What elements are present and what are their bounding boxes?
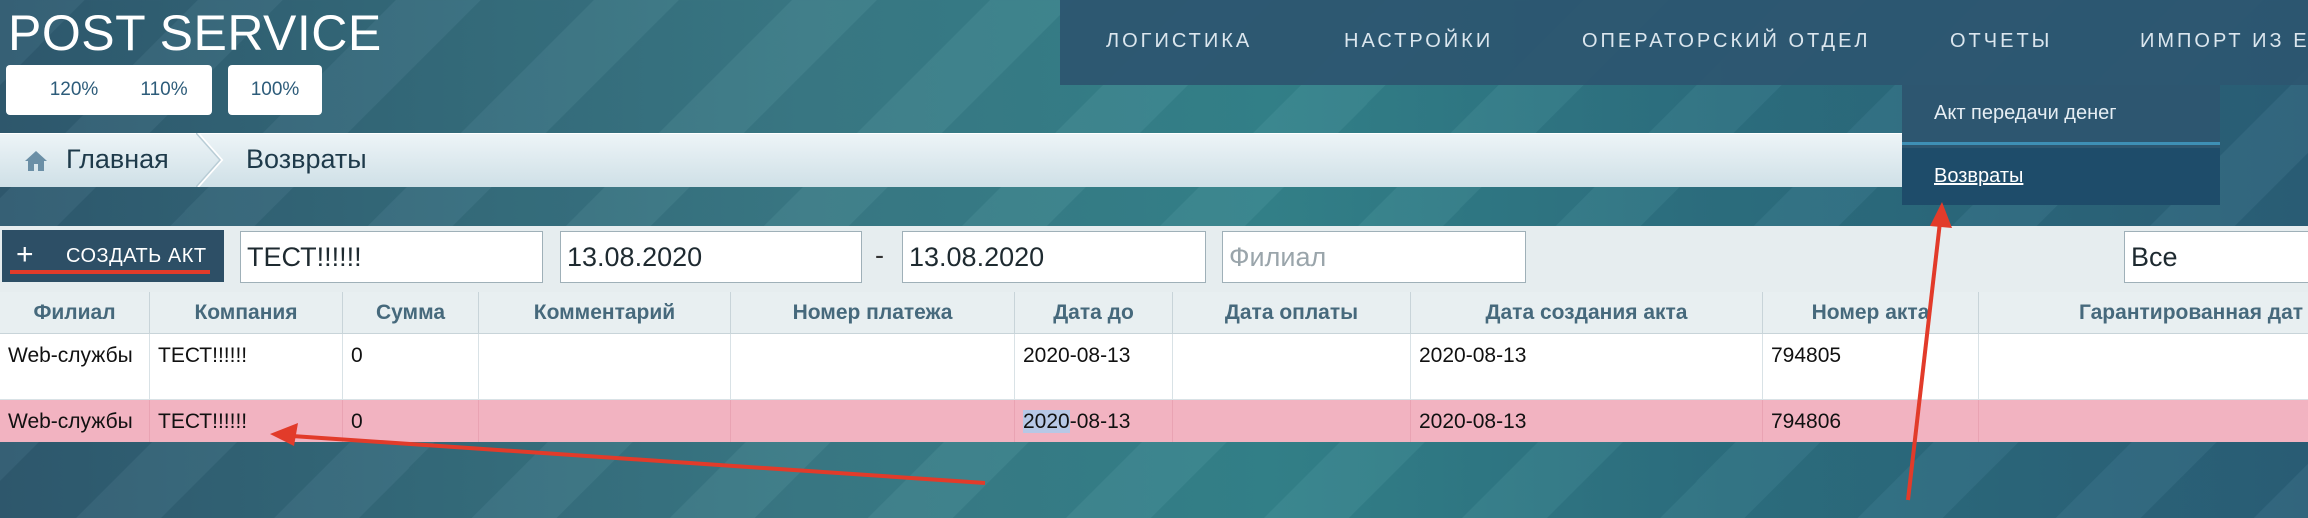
cell-payment-number xyxy=(731,334,1015,399)
column-header-act-created-date[interactable]: Дата создания акта xyxy=(1411,292,1763,334)
dropdown-item-returns[interactable]: Возвраты xyxy=(1902,148,2220,205)
column-header-comment[interactable]: Комментарий xyxy=(479,292,731,334)
column-header-payment-number[interactable]: Номер платежа xyxy=(731,292,1015,334)
table-row-highlighted[interactable]: Web-службы ТЕСТ!!!!!! 0 2020-08-13 2020-… xyxy=(0,400,2308,442)
cell-comment xyxy=(479,400,731,442)
create-act-label: СОЗДАТЬ АКТ xyxy=(66,245,207,267)
cell-comment xyxy=(479,334,731,399)
status-filter-select[interactable]: Все xyxy=(2124,231,2308,283)
cell-amount: 0 xyxy=(343,334,479,399)
cell-payment-date xyxy=(1173,400,1411,442)
breadcrumb-separator-icon xyxy=(196,133,224,187)
cell-act-number: 794806 xyxy=(1763,400,1979,442)
column-header-amount[interactable]: Сумма xyxy=(343,292,479,334)
column-header-act-number[interactable]: Номер акта xyxy=(1763,292,1979,334)
date-to-input[interactable]: 13.08.2020 xyxy=(902,231,1206,283)
app-title: POST SERVICE xyxy=(8,5,382,61)
cell-due-date: 2020-08-13 xyxy=(1015,334,1173,399)
home-icon[interactable] xyxy=(24,150,48,172)
nav-import[interactable]: ИМПОРТ ИЗ EX xyxy=(2140,30,2308,53)
selected-text: 2020 xyxy=(1023,410,1070,433)
cell-due-date: 2020-08-13 xyxy=(1015,400,1173,442)
cell-act-created-date: 2020-08-13 xyxy=(1411,400,1763,442)
zoom-100-button[interactable]: 100% xyxy=(228,65,322,115)
nav-operator-department[interactable]: ОПЕРАТОРСКИЙ ОТДЕЛ xyxy=(1582,30,1871,53)
cell-payment-number xyxy=(731,400,1015,442)
cell-company: ТЕСТ!!!!!! xyxy=(150,400,343,442)
column-header-company[interactable]: Компания xyxy=(150,292,343,334)
column-header-payment-date[interactable]: Дата оплаты xyxy=(1173,292,1411,334)
cell-amount: 0 xyxy=(343,400,479,442)
cell-payment-date xyxy=(1173,334,1411,399)
cell-company: ТЕСТ!!!!!! xyxy=(150,334,343,399)
reports-dropdown: Акт передачи денег Возвраты xyxy=(1902,85,2220,205)
plus-icon: + xyxy=(16,238,34,271)
zoom-110-button[interactable]: 110% xyxy=(116,65,212,115)
breadcrumb-current: Возвраты xyxy=(246,144,367,174)
branch-input[interactable]: Филиал xyxy=(1222,231,1526,283)
breadcrumb-home[interactable]: Главная xyxy=(66,144,169,175)
cell-branch: Web-службы xyxy=(0,334,150,399)
nav-settings[interactable]: НАСТРОЙКИ xyxy=(1344,30,1493,53)
column-header-branch[interactable]: Филиал xyxy=(0,292,150,334)
dropdown-item-money-transfer-act[interactable]: Акт передачи денег xyxy=(1902,85,2220,145)
column-header-due-date[interactable]: Дата до xyxy=(1015,292,1173,334)
cell-guaranteed-date xyxy=(1979,334,2308,399)
date-from-input[interactable]: 13.08.2020 xyxy=(560,231,862,283)
column-header-guaranteed-date[interactable]: Гарантированная дат xyxy=(1979,292,2308,334)
date-range-separator: - xyxy=(875,240,884,270)
table-row[interactable]: Web-службы ТЕСТ!!!!!! 0 2020-08-13 2020-… xyxy=(0,334,2308,400)
cell-due-date-rest: -08-13 xyxy=(1069,410,1131,433)
nav-logistics[interactable]: ЛОГИСТИКА xyxy=(1106,30,1252,53)
create-act-button[interactable]: + СОЗДАТЬ АКТ xyxy=(2,230,224,282)
cell-act-number: 794805 xyxy=(1763,334,1979,399)
company-input[interactable]: ТЕСТ!!!!!! xyxy=(240,231,543,283)
annotation-underline xyxy=(10,270,210,274)
cell-act-created-date: 2020-08-13 xyxy=(1411,334,1763,399)
cell-guaranteed-date xyxy=(1979,400,2308,442)
nav-reports[interactable]: ОТЧЕТЫ xyxy=(1950,30,2052,53)
cell-branch: Web-службы xyxy=(0,400,150,442)
